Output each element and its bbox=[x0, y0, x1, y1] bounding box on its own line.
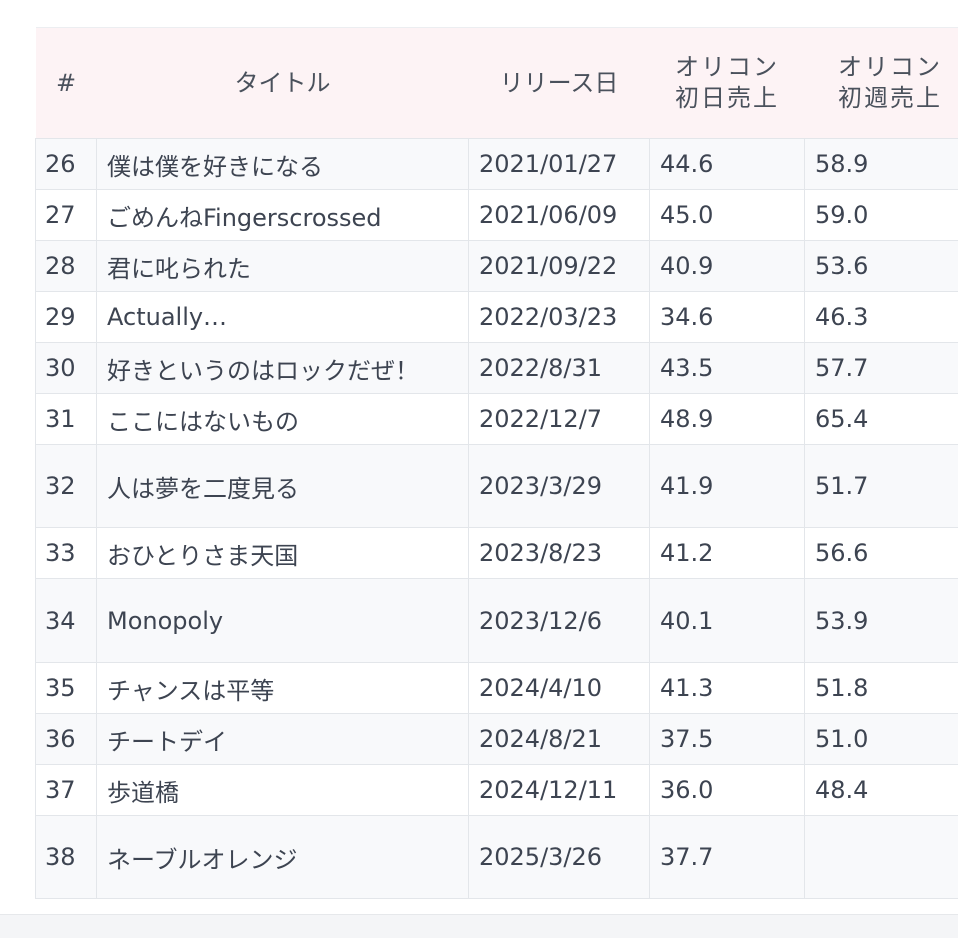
cell-first-day-sales: 45.0 bbox=[650, 190, 805, 241]
cell-first-week-sales: 46.3 bbox=[805, 292, 958, 343]
cell-release-date: 2021/09/22 bbox=[469, 241, 650, 292]
cell-first-week-sales: 58.9 bbox=[805, 139, 958, 190]
cell-release-date: 2023/8/23 bbox=[469, 528, 650, 579]
header-oricon-first-day[interactable]: オリコン 初日売上 bbox=[650, 28, 805, 139]
cell-first-day-sales: 48.9 bbox=[650, 394, 805, 445]
cell-first-day-sales: 41.9 bbox=[650, 445, 805, 528]
cell-release-date: 2025/3/26 bbox=[469, 816, 650, 899]
cell-title: チートデイ bbox=[97, 714, 469, 765]
cell-num: 29 bbox=[36, 292, 97, 343]
header-oricon-first-week-line2: 初週売上 bbox=[805, 83, 958, 114]
cell-release-date: 2022/03/23 bbox=[469, 292, 650, 343]
page-footer-strip bbox=[0, 914, 958, 938]
cell-title: Monopoly bbox=[97, 579, 469, 663]
sales-table-container: # タイトル リリース日 オリコン 初日売上 オリコン 初週売上 26 僕は僕を… bbox=[35, 27, 958, 899]
cell-title: 人は夢を二度見る bbox=[97, 445, 469, 528]
cell-title: 歩道橋 bbox=[97, 765, 469, 816]
cell-num: 28 bbox=[36, 241, 97, 292]
cell-first-week-sales: 57.7 bbox=[805, 343, 958, 394]
header-oricon-first-week-line1: オリコン bbox=[805, 52, 958, 83]
cell-num: 27 bbox=[36, 190, 97, 241]
cell-title: ここにはないもの bbox=[97, 394, 469, 445]
cell-first-week-sales: 65.4 bbox=[805, 394, 958, 445]
cell-title: ネーブルオレンジ bbox=[97, 816, 469, 899]
cell-title: 僕は僕を好きになる bbox=[97, 139, 469, 190]
table-row: 35 チャンスは平等 2024/4/10 41.3 51.8 bbox=[36, 663, 958, 714]
cell-title: Actually… bbox=[97, 292, 469, 343]
cell-num: 26 bbox=[36, 139, 97, 190]
cell-num: 31 bbox=[36, 394, 97, 445]
header-oricon-first-day-line1: オリコン bbox=[650, 52, 805, 83]
cell-first-week-sales: 53.6 bbox=[805, 241, 958, 292]
sales-table: # タイトル リリース日 オリコン 初日売上 オリコン 初週売上 26 僕は僕を… bbox=[35, 27, 958, 899]
cell-title: ごめんねFingerscrossed bbox=[97, 190, 469, 241]
cell-release-date: 2022/12/7 bbox=[469, 394, 650, 445]
table-row: 34 Monopoly 2023/12/6 40.1 53.9 bbox=[36, 579, 958, 663]
table-row: 36 チートデイ 2024/8/21 37.5 51.0 bbox=[36, 714, 958, 765]
cell-first-week-sales: 51.7 bbox=[805, 445, 958, 528]
cell-release-date: 2024/8/21 bbox=[469, 714, 650, 765]
cell-num: 34 bbox=[36, 579, 97, 663]
cell-first-day-sales: 34.6 bbox=[650, 292, 805, 343]
cell-first-week-sales: 56.6 bbox=[805, 528, 958, 579]
cell-title: 好きというのはロックだぜ！ bbox=[97, 343, 469, 394]
cell-first-day-sales: 41.2 bbox=[650, 528, 805, 579]
cell-release-date: 2023/12/6 bbox=[469, 579, 650, 663]
table-header-row: # タイトル リリース日 オリコン 初日売上 オリコン 初週売上 bbox=[36, 28, 958, 139]
cell-title: おひとりさま天国 bbox=[97, 528, 469, 579]
header-title[interactable]: タイトル bbox=[97, 28, 469, 139]
cell-first-week-sales: 51.8 bbox=[805, 663, 958, 714]
cell-release-date: 2022/8/31 bbox=[469, 343, 650, 394]
header-release-date[interactable]: リリース日 bbox=[469, 28, 650, 139]
cell-title: 君に叱られた bbox=[97, 241, 469, 292]
table-row: 37 歩道橋 2024/12/11 36.0 48.4 bbox=[36, 765, 958, 816]
cell-first-week-sales: 59.0 bbox=[805, 190, 958, 241]
cell-release-date: 2024/12/11 bbox=[469, 765, 650, 816]
header-oricon-first-week[interactable]: オリコン 初週売上 bbox=[805, 28, 958, 139]
cell-first-day-sales: 43.5 bbox=[650, 343, 805, 394]
cell-num: 32 bbox=[36, 445, 97, 528]
table-row: 27 ごめんねFingerscrossed 2021/06/09 45.0 59… bbox=[36, 190, 958, 241]
cell-first-day-sales: 44.6 bbox=[650, 139, 805, 190]
cell-first-week-sales bbox=[805, 816, 958, 899]
cell-num: 38 bbox=[36, 816, 97, 899]
cell-first-day-sales: 40.9 bbox=[650, 241, 805, 292]
cell-first-week-sales: 53.9 bbox=[805, 579, 958, 663]
cell-release-date: 2021/01/27 bbox=[469, 139, 650, 190]
cell-release-date: 2024/4/10 bbox=[469, 663, 650, 714]
table-row: 32 人は夢を二度見る 2023/3/29 41.9 51.7 bbox=[36, 445, 958, 528]
table-row: 31 ここにはないもの 2022/12/7 48.9 65.4 bbox=[36, 394, 958, 445]
cell-first-week-sales: 51.0 bbox=[805, 714, 958, 765]
cell-num: 37 bbox=[36, 765, 97, 816]
cell-first-day-sales: 37.7 bbox=[650, 816, 805, 899]
table-row: 26 僕は僕を好きになる 2021/01/27 44.6 58.9 bbox=[36, 139, 958, 190]
header-num[interactable]: # bbox=[36, 28, 97, 139]
table-row: 28 君に叱られた 2021/09/22 40.9 53.6 bbox=[36, 241, 958, 292]
table-row: 38 ネーブルオレンジ 2025/3/26 37.7 bbox=[36, 816, 958, 899]
cell-first-day-sales: 37.5 bbox=[650, 714, 805, 765]
cell-release-date: 2023/3/29 bbox=[469, 445, 650, 528]
cell-first-week-sales: 48.4 bbox=[805, 765, 958, 816]
cell-num: 36 bbox=[36, 714, 97, 765]
table-row: 30 好きというのはロックだぜ！ 2022/8/31 43.5 57.7 bbox=[36, 343, 958, 394]
cell-num: 33 bbox=[36, 528, 97, 579]
table-row: 33 おひとりさま天国 2023/8/23 41.2 56.6 bbox=[36, 528, 958, 579]
cell-num: 35 bbox=[36, 663, 97, 714]
header-oricon-first-day-line2: 初日売上 bbox=[650, 83, 805, 114]
cell-num: 30 bbox=[36, 343, 97, 394]
cell-first-day-sales: 40.1 bbox=[650, 579, 805, 663]
cell-title: チャンスは平等 bbox=[97, 663, 469, 714]
cell-release-date: 2021/06/09 bbox=[469, 190, 650, 241]
cell-first-day-sales: 36.0 bbox=[650, 765, 805, 816]
table-row: 29 Actually… 2022/03/23 34.6 46.3 bbox=[36, 292, 958, 343]
cell-first-day-sales: 41.3 bbox=[650, 663, 805, 714]
